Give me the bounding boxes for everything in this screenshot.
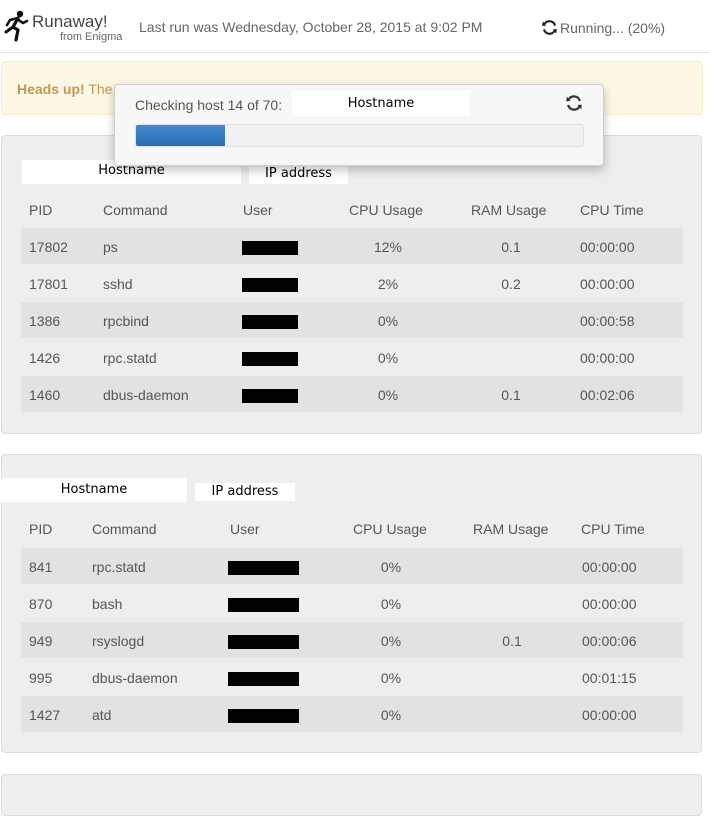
progress-popup: Checking host 14 of 70: Hostname [114, 84, 604, 166]
table-row: 841 rpc.statd 0% 00:00:00 [21, 548, 683, 584]
cpu-cell: 12% [373, 239, 403, 255]
pid-cell: 870 [29, 596, 53, 612]
time-cell: 00:00:06 [582, 633, 637, 649]
col-pid[interactable]: PID [29, 521, 52, 537]
table-row: 1427 atd 0% 00:00:00 [21, 696, 683, 732]
pid-cell: 841 [29, 559, 53, 575]
refresh-icon[interactable] [565, 94, 583, 112]
user-redacted [242, 315, 298, 329]
table-row: 17801 sshd 2% 0.2 00:00:00 [21, 265, 683, 301]
pid-cell: 995 [29, 670, 53, 686]
host-ip-address: IP address [249, 164, 348, 184]
run-status: Running... (20%) [541, 19, 665, 36]
command-cell: dbus-daemon [103, 387, 189, 403]
table-row: 17802 ps 12% 0.1 00:00:00 [21, 228, 683, 264]
refresh-icon [542, 20, 557, 35]
time-cell: 00:00:58 [580, 313, 635, 329]
ram-cell: 0.1 [501, 239, 521, 255]
command-cell: rpc.statd [92, 559, 146, 575]
ram-cell: 0.1 [501, 387, 521, 403]
table-row: 949 rsyslogd 0% 0.1 00:00:06 [21, 622, 683, 658]
user-redacted [242, 352, 298, 366]
run-status-label: Running... (20%) [560, 20, 666, 36]
pid-cell: 1426 [29, 350, 61, 366]
cpu-cell: 0% [380, 559, 402, 575]
command-cell: rpcbind [103, 313, 149, 329]
table-row: 1460 dbus-daemon 0% 0.1 00:02:06 [21, 376, 683, 412]
table-row: 1386 rpcbind 0% 00:00:58 [21, 302, 683, 338]
pid-cell: 1460 [29, 387, 61, 403]
progress-bar [135, 124, 584, 147]
cpu-cell: 0% [380, 670, 402, 686]
command-cell: ps [103, 239, 118, 255]
app-header: Runaway! from Enigma Last run was Wednes… [0, 0, 709, 53]
time-cell: 00:02:06 [580, 387, 635, 403]
col-cpu-usage[interactable]: CPU Usage [353, 521, 427, 537]
host-panel-2: Hostname IP address PID Command User CPU… [1, 454, 702, 753]
cpu-cell: 0% [380, 707, 402, 723]
user-redacted [228, 598, 299, 612]
command-cell: rpc.statd [103, 350, 157, 366]
command-cell: dbus-daemon [92, 670, 178, 686]
col-pid[interactable]: PID [29, 202, 52, 218]
running-man-icon [4, 10, 29, 42]
col-ram-usage[interactable]: RAM Usage [473, 521, 548, 537]
time-cell: 00:01:15 [582, 670, 637, 686]
cpu-cell: 0% [380, 633, 402, 649]
command-cell: sshd [103, 276, 133, 292]
cpu-cell: 2% [377, 276, 399, 292]
col-user[interactable]: User [243, 202, 273, 218]
alert-text: The [84, 81, 113, 97]
col-user[interactable]: User [230, 521, 260, 537]
col-cpu-time[interactable]: CPU Time [581, 521, 645, 537]
col-command[interactable]: Command [103, 202, 168, 218]
user-redacted [228, 709, 299, 723]
user-redacted [242, 241, 298, 255]
table-row: 995 dbus-daemon 0% 00:01:15 [21, 659, 683, 695]
command-cell: rsyslogd [92, 633, 145, 649]
table-row: 870 bash 0% 00:00:00 [21, 585, 683, 621]
host-hostname: Hostname [1, 478, 187, 502]
cpu-cell: 0% [380, 596, 402, 612]
progress-hostname: Hostname [292, 91, 470, 116]
time-cell: 00:00:00 [582, 559, 637, 575]
ram-cell: 0.2 [501, 276, 521, 292]
last-run-text: Last run was Wednesday, October 28, 2015… [139, 19, 483, 35]
host-ip-address: IP address [195, 483, 295, 501]
command-cell: atd [92, 707, 112, 723]
cpu-cell: 0% [377, 387, 399, 403]
time-cell: 00:00:00 [580, 276, 635, 292]
time-cell: 00:00:00 [582, 596, 637, 612]
pid-cell: 949 [29, 633, 53, 649]
cpu-cell: 0% [377, 350, 399, 366]
pid-cell: 1386 [29, 313, 61, 329]
cpu-cell: 0% [377, 313, 399, 329]
time-cell: 00:00:00 [580, 239, 635, 255]
col-ram-usage[interactable]: RAM Usage [471, 202, 546, 218]
pid-cell: 17801 [29, 276, 68, 292]
host-panel-3 [1, 774, 702, 816]
time-cell: 00:00:00 [580, 350, 635, 366]
user-redacted [242, 389, 298, 403]
progress-label: Checking host 14 of 70: [135, 97, 283, 113]
user-redacted [228, 561, 299, 575]
user-redacted [228, 635, 299, 649]
col-cpu-usage[interactable]: CPU Usage [349, 202, 423, 218]
pid-cell: 17802 [29, 239, 68, 255]
user-redacted [242, 278, 298, 292]
table-row: 1426 rpc.statd 0% 00:00:00 [21, 339, 683, 375]
app-title: Runaway! [32, 12, 108, 31]
app-subtitle: from Enigma [60, 31, 123, 43]
user-redacted [228, 672, 299, 686]
pid-cell: 1427 [29, 707, 61, 723]
alert-strong: Heads up! [17, 81, 85, 97]
progress-bar-fill [136, 125, 226, 146]
time-cell: 00:00:00 [582, 707, 637, 723]
col-command[interactable]: Command [92, 521, 157, 537]
ram-cell: 0.1 [502, 633, 522, 649]
command-cell: bash [92, 596, 123, 612]
host-panel-1: Hostname IP address PID Command User CPU… [1, 135, 702, 434]
col-cpu-time[interactable]: CPU Time [580, 202, 644, 218]
